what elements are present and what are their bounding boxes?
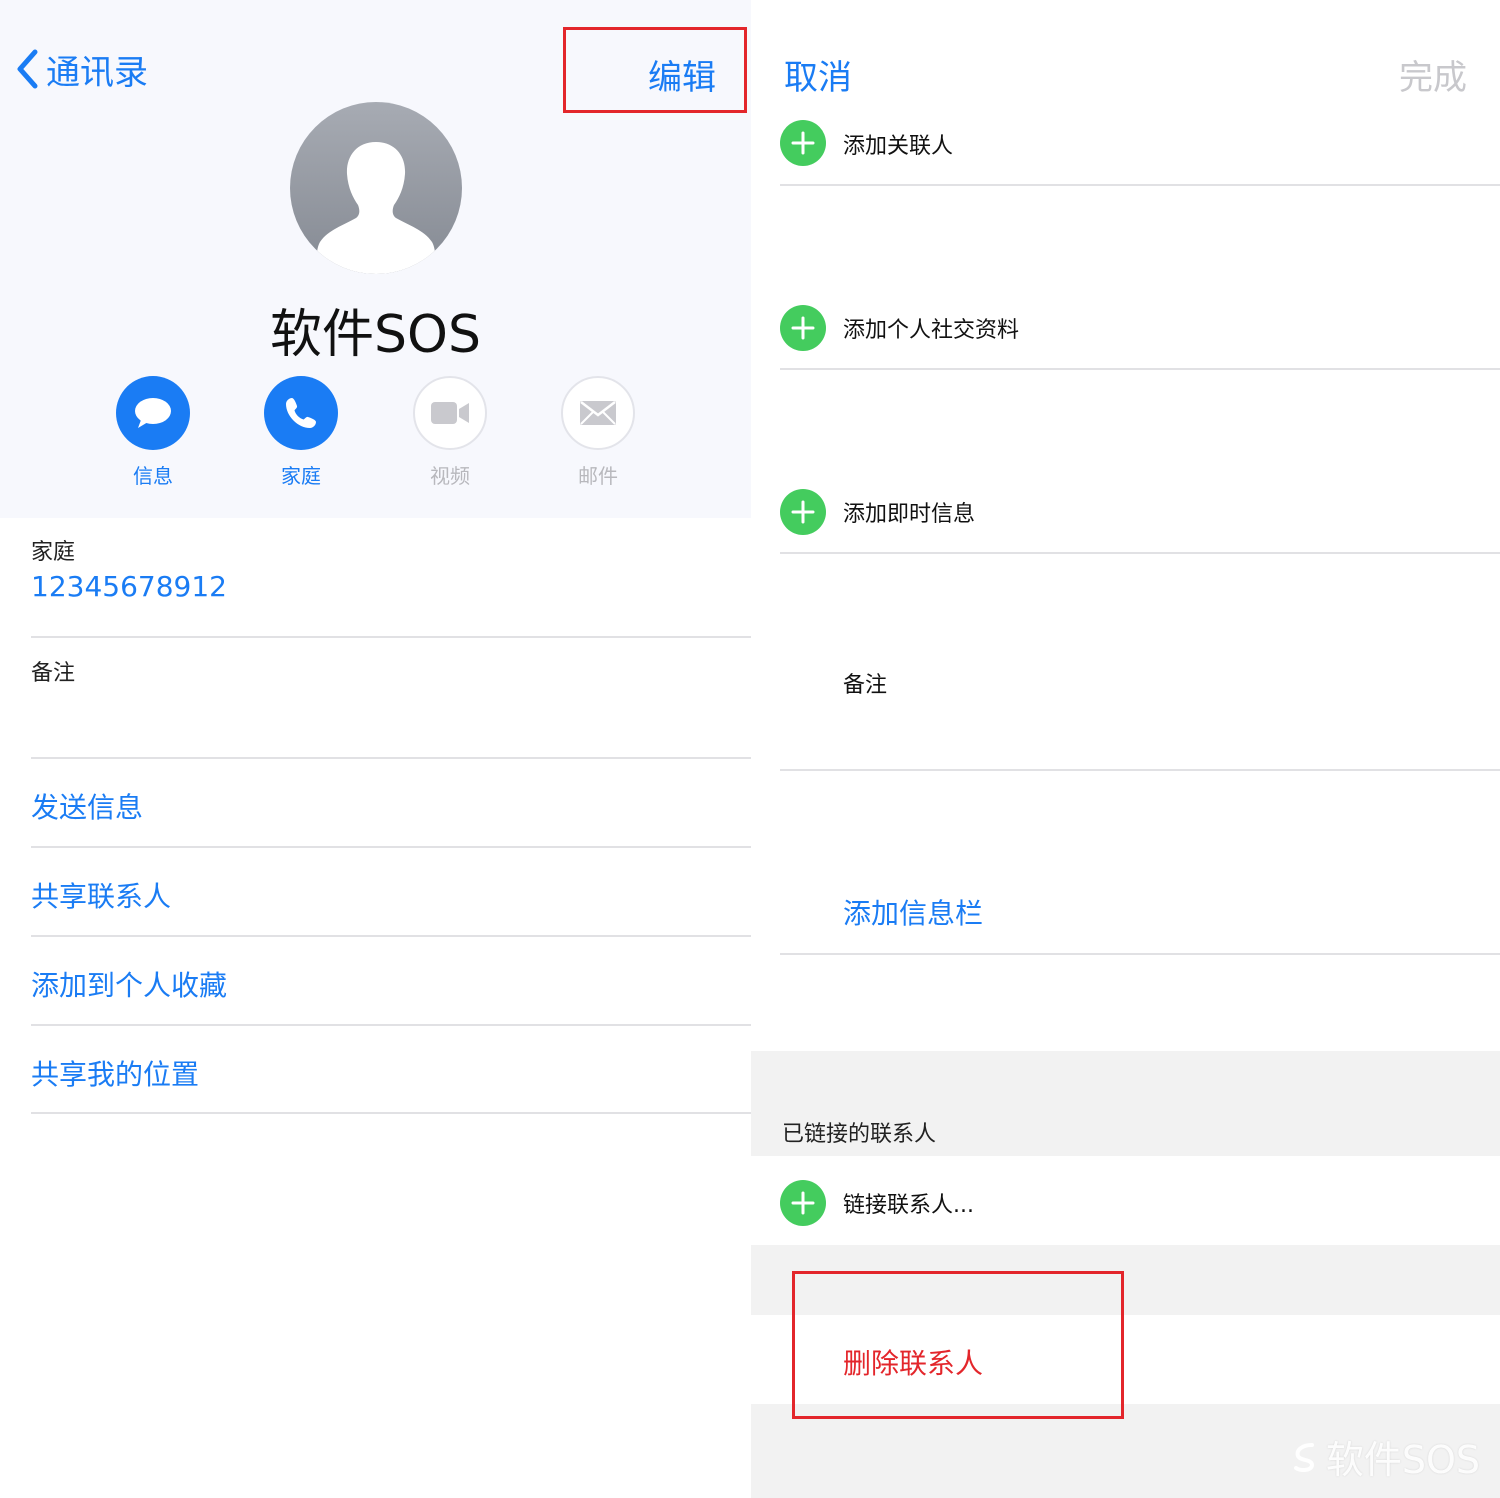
watermark-text: 软件SOS <box>1325 1438 1480 1482</box>
add-related-plus-button[interactable] <box>780 120 826 166</box>
back-label: 通讯录 <box>46 52 148 93</box>
delete-highlight-box <box>792 1271 1124 1419</box>
plus-icon <box>791 500 815 524</box>
send-message-link[interactable]: 发送信息 <box>31 786 143 826</box>
phone-number[interactable]: 12345678912 <box>31 570 227 603</box>
back-button[interactable]: 通讯录 <box>16 44 148 94</box>
call-action-button[interactable]: 家庭 <box>263 376 339 489</box>
add-instant-message-label[interactable]: 添加即时信息 <box>843 496 975 528</box>
add-instant-message-plus-button[interactable] <box>780 489 826 535</box>
link-contact-label[interactable]: 链接联系人... <box>843 1187 974 1219</box>
edit-button[interactable]: 编辑 <box>563 27 747 113</box>
edit-label: 编辑 <box>648 58 716 98</box>
mail-action-label: 邮件 <box>578 464 618 488</box>
message-action-label: 信息 <box>133 464 173 488</box>
phone-icon <box>286 398 316 428</box>
mail-action-button[interactable]: 邮件 <box>560 376 636 489</box>
divider <box>31 757 751 759</box>
person-silhouette-icon <box>316 142 436 274</box>
divider <box>31 636 751 638</box>
link-contact-plus-button[interactable] <box>780 1180 826 1226</box>
divider <box>31 935 751 937</box>
watermark-logo-icon <box>1293 1442 1314 1472</box>
divider <box>31 1112 751 1114</box>
call-action-label: 家庭 <box>281 464 321 488</box>
divider <box>31 1024 751 1026</box>
chevron-left-icon <box>17 49 38 89</box>
video-action-circle <box>413 376 487 450</box>
add-field-button[interactable]: 添加信息栏 <box>843 892 983 932</box>
video-action-label: 视频 <box>430 464 470 488</box>
contact-edit-panel: 取消 完成 添加关联人 添加个人社交资料 添加即时信息 备注 添加信息栏 已链接… <box>751 0 1500 1498</box>
divider <box>780 769 1500 771</box>
message-icon <box>135 398 171 428</box>
contact-header: 通讯录 编辑 软件SOS 信息 家庭 视频 邮件 <box>0 0 751 518</box>
divider <box>780 184 1500 186</box>
add-social-profile-label[interactable]: 添加个人社交资料 <box>843 312 1019 344</box>
divider <box>780 368 1500 370</box>
mail-action-circle <box>561 376 635 450</box>
plus-icon <box>791 316 815 340</box>
watermark: 软件SOS <box>1288 1429 1480 1484</box>
add-social-profile-plus-button[interactable] <box>780 305 826 351</box>
notes-label[interactable]: 备注 <box>31 655 75 687</box>
share-location-link[interactable]: 共享我的位置 <box>31 1053 199 1093</box>
share-contact-link[interactable]: 共享联系人 <box>31 875 171 915</box>
mail-icon <box>580 401 616 425</box>
phone-type-label: 家庭 <box>31 540 76 565</box>
video-icon <box>431 402 469 424</box>
video-action-button[interactable]: 视频 <box>412 376 488 489</box>
divider <box>31 846 751 848</box>
message-action-circle <box>116 376 190 450</box>
cancel-button[interactable]: 取消 <box>784 50 852 99</box>
contact-name: 软件SOS <box>270 305 481 365</box>
avatar <box>290 102 462 274</box>
message-action-button[interactable]: 信息 <box>115 376 191 489</box>
linked-contacts-header: 已链接的联系人 <box>782 1122 937 1147</box>
done-button[interactable]: 完成 <box>1399 50 1467 99</box>
add-to-favorites-link[interactable]: 添加到个人收藏 <box>31 964 227 1004</box>
divider <box>780 953 1500 955</box>
call-action-circle <box>264 376 338 450</box>
add-related-label[interactable]: 添加关联人 <box>843 128 953 160</box>
plus-icon <box>791 1191 815 1215</box>
plus-icon <box>791 131 815 155</box>
notes-field[interactable]: 备注 <box>843 667 887 699</box>
contact-detail-panel: 通讯录 编辑 软件SOS 信息 家庭 视频 邮件 家庭 12345678912 … <box>0 0 751 1498</box>
divider <box>780 552 1500 554</box>
